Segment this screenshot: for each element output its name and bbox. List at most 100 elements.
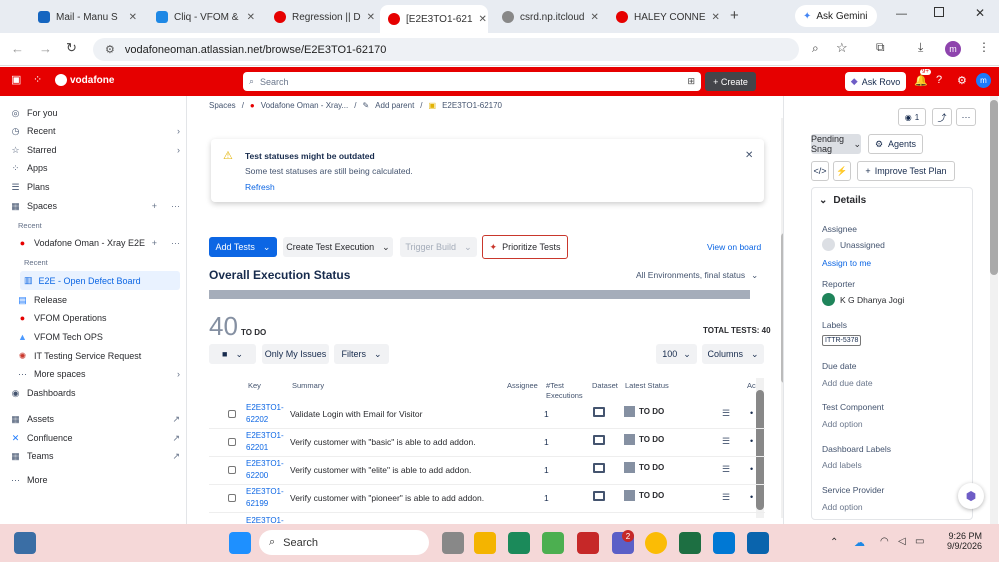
prioritize-tests-button[interactable]: ✦ Prioritize Tests	[482, 235, 568, 259]
view-mode-select[interactable]: ■ ⌄	[209, 344, 256, 364]
row-menu-icon[interactable]: •	[750, 492, 753, 502]
close-icon[interactable]: ✕	[367, 12, 375, 23]
app-icon[interactable]	[577, 532, 599, 554]
extensions-icon[interactable]: ⧉	[876, 40, 885, 55]
sidebar-item-vfom-ops[interactable]: ● VFOM Operations	[17, 309, 187, 327]
cloud-icon[interactable]: ☁	[854, 536, 865, 549]
row-menu-icon[interactable]: •	[750, 408, 753, 418]
create-test-execution-button[interactable]: Create Test Execution ⌄	[283, 237, 393, 257]
ask-rovo-button[interactable]: ◆ Ask Rovo	[845, 72, 906, 91]
test-summary[interactable]: Validate Login with Email for Visitor	[290, 409, 422, 419]
taskbar-clock[interactable]: 9:26 PM 9/9/2026	[947, 531, 982, 551]
add-space-icon[interactable]: +	[152, 201, 157, 211]
table-row[interactable]: E2E3TO1- 62201 Verify customer with "basi…	[209, 429, 765, 457]
lightning-icon[interactable]: ⚡	[833, 161, 851, 181]
notifications-icon[interactable]: 🔔	[914, 74, 928, 87]
column-header-executions[interactable]: #Test Executions	[546, 381, 583, 401]
table-row[interactable]: E2E3TO1- 62199 Verify customer with "pion…	[209, 485, 765, 513]
scroll-thumb[interactable]	[990, 100, 998, 275]
sidebar-toggle-icon[interactable]: ▣	[11, 74, 23, 86]
sidebar-item-apps[interactable]: ⁘ Apps	[10, 159, 180, 177]
browser-menu-icon[interactable]: ⋮	[978, 40, 990, 54]
close-icon[interactable]: ✕	[129, 12, 137, 23]
close-icon[interactable]: ✕	[479, 14, 487, 25]
test-summary[interactable]: Verify customer with "pioneer" is able t…	[290, 493, 484, 503]
details-toggle[interactable]: ⌄ Details	[819, 195, 866, 206]
volume-icon[interactable]: ◁	[898, 536, 906, 547]
sidebar-item-recent[interactable]: ◷ Recent ›	[10, 122, 180, 140]
help-icon[interactable]: ?	[936, 74, 942, 86]
list-icon[interactable]: ☰	[722, 436, 730, 447]
test-summary[interactable]: Verify customer with "basic" is able to …	[290, 437, 476, 447]
assign-to-me-link[interactable]: Assign to me	[822, 258, 871, 268]
agents-button[interactable]: ⚙ Agents	[868, 134, 923, 154]
row-menu-icon[interactable]: •	[750, 436, 753, 446]
ask-gemini-button[interactable]: ✦ Ask Gemini	[795, 5, 877, 27]
settings-icon[interactable]: ⚙	[957, 74, 967, 87]
filters-button[interactable]: Filters ⌄	[334, 344, 389, 364]
page-size-select[interactable]: 100 ⌄	[656, 344, 697, 364]
browser-tab[interactable]: HALEY CONNE ✕	[608, 5, 723, 29]
trigger-build-button[interactable]: Trigger Build ⌄	[400, 237, 477, 257]
minimize-icon[interactable]: —	[896, 8, 907, 20]
row-checkbox[interactable]	[228, 494, 236, 502]
reporter-field[interactable]: K G Dhanya Jogi	[822, 293, 904, 306]
sidebar-item-it-testing[interactable]: ✺ IT Testing Service Request	[17, 347, 187, 365]
edge-icon[interactable]	[508, 532, 530, 554]
taskbar-search[interactable]: ⌕ Search	[259, 530, 429, 555]
browser-tab[interactable]: csrd.np.itcloud ✕	[494, 5, 604, 29]
app-switcher-icon[interactable]: ⁘	[33, 73, 42, 86]
zoom-icon[interactable]: ⌕	[812, 41, 819, 56]
column-header-summary[interactable]: Summary	[292, 381, 324, 390]
sidebar-item-spaces[interactable]: ▦ Spaces + ···	[10, 197, 180, 215]
sidebar-item-confluence[interactable]: ✕ Confluence ↗	[10, 429, 180, 447]
more-icon[interactable]: ···	[171, 201, 180, 211]
maximize-icon[interactable]	[934, 7, 944, 17]
sidebar-item-plans[interactable]: ☰ Plans	[10, 178, 180, 196]
column-header-dataset[interactable]: Dataset	[592, 381, 618, 390]
more-icon[interactable]: ···	[171, 238, 180, 248]
list-icon[interactable]: ☰	[722, 492, 730, 503]
issue-key-link[interactable]: E2E3TO1- 62199	[246, 486, 284, 510]
back-icon[interactable]: ←	[11, 41, 24, 56]
chevron-up-icon[interactable]: ⌃	[830, 537, 838, 548]
row-menu-icon[interactable]: •	[750, 464, 753, 474]
only-my-issues-button[interactable]: Only My Issues	[262, 344, 329, 364]
profile-avatar[interactable]: m	[945, 41, 961, 57]
breadcrumb-issue[interactable]: E2E3TO1-62170	[442, 101, 502, 110]
share-icon[interactable]: ⤴	[932, 108, 952, 126]
issue-key-link[interactable]: E2E3TO1- 62200	[246, 458, 284, 482]
panel-scrollbar[interactable]	[990, 96, 998, 524]
browser-tab[interactable]: Cliq - VFOM & ✕	[148, 5, 263, 29]
environment-select[interactable]: All Environments, final status ⌄	[636, 270, 758, 281]
dataset-icon[interactable]	[593, 435, 605, 445]
user-avatar[interactable]: m	[976, 73, 991, 88]
browser-tab[interactable]: Regression || D ✕	[266, 5, 376, 29]
column-header-key[interactable]: Key	[248, 381, 261, 390]
battery-icon[interactable]: ▭	[915, 536, 924, 547]
refresh-link[interactable]: Refresh	[245, 182, 275, 192]
close-icon[interactable]: ✕	[745, 150, 753, 161]
excel-icon[interactable]	[679, 532, 701, 554]
column-header-actions[interactable]: Ac	[747, 381, 756, 390]
rovo-chat-icon[interactable]: ⬢	[958, 483, 984, 509]
browser-tab[interactable]: Mail - Manu S ✕	[30, 5, 145, 29]
code-icon[interactable]: </>	[811, 161, 829, 181]
sidebar-item-assets[interactable]: ▦ Assets ↗	[10, 410, 180, 428]
sidebar-item-vfom-tech[interactable]: ▲ VFOM Tech OPS	[17, 328, 187, 346]
sidebar-item-dashboards[interactable]: ◉ Dashboards	[10, 384, 180, 402]
close-icon[interactable]: ✕	[590, 12, 598, 23]
row-checkbox[interactable]	[228, 466, 236, 474]
dashboard-labels-field[interactable]: Add labels	[822, 460, 862, 470]
reload-icon[interactable]: ↻	[66, 40, 77, 56]
test-summary[interactable]: Verify customer with "elite" is able to …	[290, 465, 471, 475]
service-provider-field[interactable]: Add option	[822, 502, 863, 512]
breadcrumb-add-parent[interactable]: Add parent	[375, 101, 414, 110]
wifi-icon[interactable]: ◠	[880, 536, 889, 547]
sidebar-item-more[interactable]: ··· More	[10, 471, 180, 489]
app-icon[interactable]	[442, 532, 464, 554]
row-checkbox[interactable]	[228, 410, 236, 418]
sidebar-item-active-board[interactable]: ▥ E2E - Open Defect Board	[20, 271, 180, 290]
due-date-field[interactable]: Add due date	[822, 378, 873, 388]
breadcrumb-project[interactable]: Vodafone Oman - Xray...	[261, 101, 348, 110]
